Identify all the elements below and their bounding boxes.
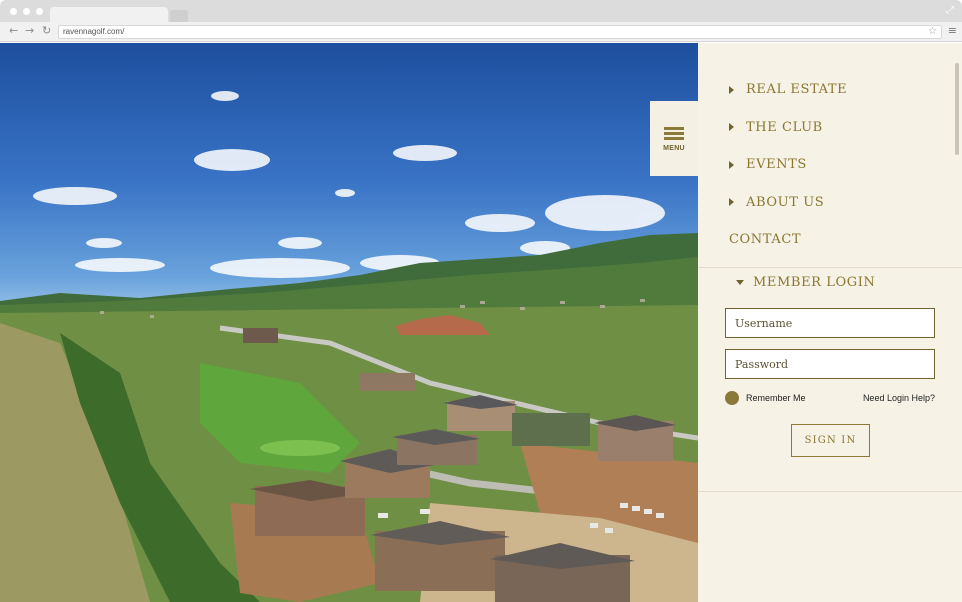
remember-me-label: Remember Me: [746, 393, 806, 403]
menu-toggle-button[interactable]: MENU: [650, 101, 698, 176]
minimize-window-dot[interactable]: [23, 8, 30, 15]
nav-item-events[interactable]: EVENTS: [729, 146, 847, 184]
menu-hamburger-icon: [664, 125, 684, 142]
nav-item-about-us[interactable]: ABOUT US: [729, 184, 847, 222]
login-help-link[interactable]: Need Login Help?: [863, 393, 935, 403]
hero-landscape: [0, 91, 698, 602]
sign-in-button[interactable]: SIGN IN: [791, 424, 870, 457]
caret-right-icon: [729, 85, 734, 94]
panel-scrollbar[interactable]: [955, 63, 959, 155]
browser-new-tab[interactable]: [170, 10, 188, 22]
caret-down-icon: [736, 280, 744, 285]
close-window-dot[interactable]: [10, 8, 17, 15]
maximize-window-dot[interactable]: [36, 8, 43, 15]
nav-item-real-estate[interactable]: REAL ESTATE: [729, 71, 847, 109]
nav-item-label: REAL ESTATE: [746, 82, 848, 98]
username-field[interactable]: [725, 308, 935, 338]
password-field[interactable]: [725, 349, 935, 379]
nav-item-contact[interactable]: CONTACT: [729, 221, 847, 259]
member-login-toggle[interactable]: MEMBER LOGIN: [736, 275, 875, 290]
reload-icon[interactable]: ↻: [42, 24, 51, 37]
browser-menu-icon[interactable]: ≡: [948, 24, 957, 37]
address-bar-url: ravennagolf.com/: [63, 27, 125, 36]
back-icon[interactable]: ←: [9, 24, 18, 37]
remember-me-toggle-icon: [725, 391, 739, 405]
browser-toolbar: ← → ↻ ravennagolf.com/ ☆ ≡: [0, 22, 962, 42]
remember-me-checkbox[interactable]: Remember Me: [725, 391, 806, 405]
browser-titlebar: ⤢: [0, 0, 962, 22]
fullscreen-icon[interactable]: ⤢: [946, 5, 954, 16]
nav-item-label: THE CLUB: [746, 119, 823, 135]
caret-right-icon: [729, 123, 734, 132]
section-divider: [698, 267, 962, 268]
nav-item-label: EVENTS: [746, 157, 807, 173]
side-menu-panel: REAL ESTATE THE CLUB EVENTS ABOUT US CON…: [698, 43, 962, 602]
forward-icon[interactable]: →: [25, 24, 34, 37]
hero-image: [0, 43, 698, 602]
bookmark-star-icon[interactable]: ☆: [928, 26, 937, 38]
nav-item-label: CONTACT: [729, 232, 802, 248]
address-bar[interactable]: ravennagolf.com/ ☆: [58, 25, 942, 39]
section-divider: [698, 491, 962, 492]
member-login-heading: MEMBER LOGIN: [753, 275, 876, 290]
main-nav: REAL ESTATE THE CLUB EVENTS ABOUT US CON…: [729, 71, 847, 259]
menu-label: MENU: [663, 145, 685, 152]
browser-tab-active[interactable]: [50, 7, 168, 22]
nav-item-the-club[interactable]: THE CLUB: [729, 109, 847, 147]
nav-item-label: ABOUT US: [746, 194, 825, 210]
caret-right-icon: [729, 198, 734, 207]
caret-right-icon: [729, 160, 734, 169]
